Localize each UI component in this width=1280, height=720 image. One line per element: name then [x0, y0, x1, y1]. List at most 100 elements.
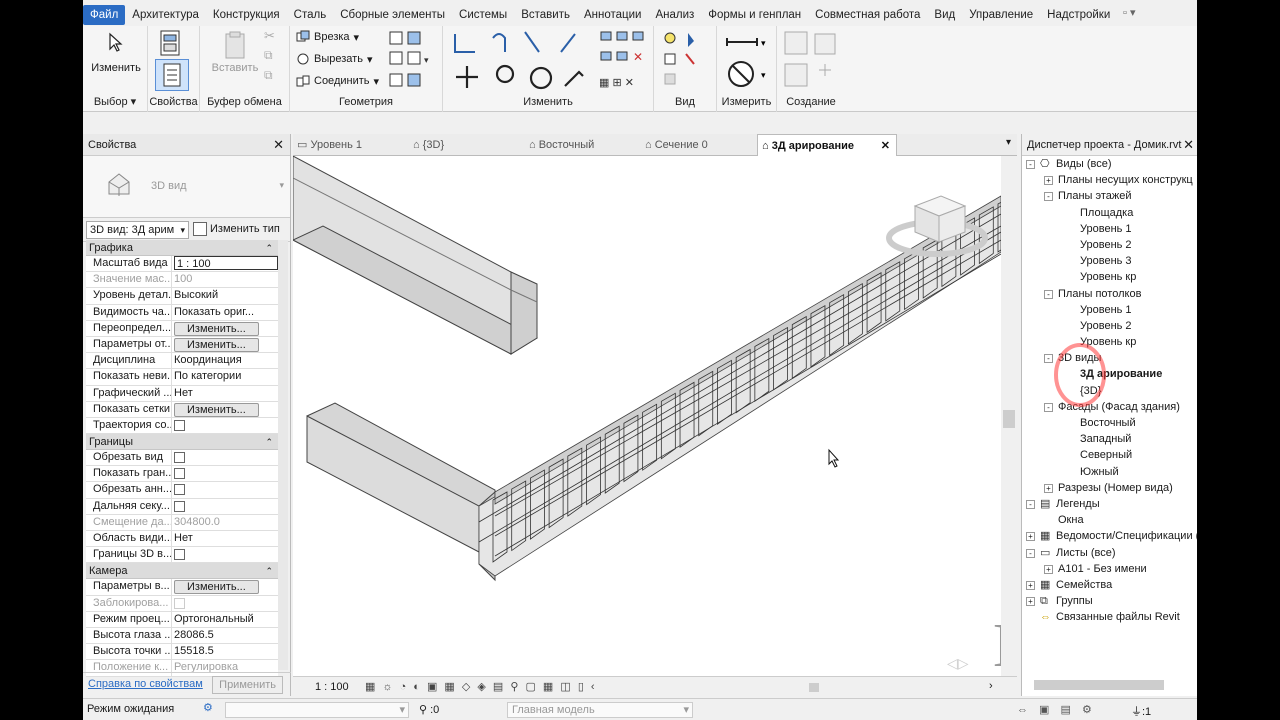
create-tools-icons[interactable] — [783, 30, 841, 92]
collapse-icon[interactable]: ⌃ — [265, 434, 273, 450]
join-button[interactable]: Соединить ▾ — [296, 74, 379, 88]
apply-button[interactable]: Применить — [212, 676, 283, 694]
edit-type-button[interactable]: Изменить тип — [193, 221, 280, 239]
menu-item-0[interactable]: Файл — [83, 5, 126, 25]
property-value-cell[interactable]: 15518.5 — [172, 644, 278, 659]
property-value-cell[interactable] — [172, 499, 278, 514]
expand-icon[interactable]: + — [1026, 580, 1035, 590]
browser-item[interactable]: + ⧉ Группы — [1022, 593, 1197, 609]
section-header[interactable]: Границы ⌃ — [86, 434, 278, 451]
select-group-label[interactable]: Выбор ▾ — [83, 95, 147, 108]
browser-item[interactable]: Окна — [1022, 512, 1197, 528]
view-tools-icons[interactable] — [662, 30, 712, 92]
close-icon[interactable]: ✕ — [881, 135, 890, 157]
property-value[interactable]: 15518.5 — [174, 645, 214, 657]
browser-item[interactable]: + Разрезы (Номер вида) — [1022, 480, 1197, 496]
menu-item-4[interactable]: Сборные элементы — [333, 5, 452, 25]
cut-button[interactable]: Врезка ▾ — [296, 30, 359, 44]
properties-scrollbar[interactable] — [278, 240, 288, 670]
menu-item-11[interactable]: Вид — [927, 5, 962, 25]
scroll-right-icon[interactable]: › — [989, 680, 993, 692]
expand-icon[interactable]: + — [1026, 532, 1035, 542]
property-checkbox[interactable] — [174, 452, 185, 464]
tab-east[interactable]: ⌂ Восточный — [525, 134, 635, 156]
menu-item-7[interactable]: Аннотации — [577, 5, 648, 25]
scale-input[interactable]: 1 : 100 — [174, 256, 278, 270]
modify-tools-icons[interactable]: ✕ ▦ ⊞ ✕ — [449, 28, 649, 92]
menu-item-6[interactable]: Вставить — [514, 5, 577, 25]
menu-item-12[interactable]: Управление — [962, 5, 1040, 25]
collapse-icon[interactable]: - — [1026, 160, 1035, 169]
property-value-cell[interactable] — [172, 466, 278, 481]
close-icon[interactable]: ✕ — [273, 134, 284, 156]
browser-item[interactable]: Уровень кр — [1022, 334, 1197, 350]
browser-h-scroll-thumb[interactable] — [1034, 680, 1164, 690]
close-icon[interactable]: ✕ — [1183, 134, 1194, 156]
menu-item-10[interactable]: Совместная работа — [808, 5, 927, 25]
property-value-cell[interactable]: Изменить... — [172, 337, 278, 352]
status-tool-icons[interactable]: ⇔ ▣ ▤ ⚙ — [1017, 703, 1096, 716]
property-value-cell[interactable] — [172, 547, 278, 562]
browser-item[interactable]: + Планы несущих конструкц — [1022, 172, 1197, 188]
browser-item[interactable]: - ▭ Листы (все) — [1022, 545, 1197, 561]
menu-item-5[interactable]: Системы — [452, 5, 514, 25]
browser-item[interactable]: {3D} — [1022, 383, 1197, 399]
browser-item[interactable]: -3D виды — [1022, 350, 1197, 366]
property-value-cell[interactable]: По категории — [172, 369, 278, 384]
menu-item-1[interactable]: Архитектура — [125, 5, 206, 25]
browser-item[interactable]: Южный — [1022, 464, 1197, 480]
property-value-cell[interactable] — [172, 418, 278, 433]
design-option-field[interactable]: Главная модель ▾ — [507, 702, 693, 718]
cursor-icon[interactable] — [107, 32, 123, 52]
browser-item[interactable]: 3Д арирование — [1022, 366, 1197, 382]
expand-icon[interactable]: + — [1044, 564, 1053, 574]
browser-item[interactable]: Уровень 3 — [1022, 253, 1197, 269]
property-value[interactable]: Нет — [174, 532, 193, 544]
collapse-icon[interactable]: - — [1044, 192, 1053, 202]
property-checkbox[interactable] — [174, 484, 185, 496]
property-value[interactable]: 28086.5 — [174, 629, 214, 641]
property-value[interactable]: Показать ориг... — [174, 306, 254, 318]
browser-item[interactable]: Уровень 2 — [1022, 237, 1197, 253]
properties-help-link[interactable]: Справка по свойствам — [88, 678, 203, 690]
property-value-cell[interactable]: Высокий — [172, 288, 278, 303]
property-checkbox[interactable] — [174, 419, 185, 431]
property-value[interactable]: 304800.0 — [174, 516, 220, 528]
property-checkbox[interactable] — [174, 549, 185, 561]
worksets-icon[interactable]: ⚙ — [203, 701, 213, 714]
menu-item-3[interactable]: Сталь — [287, 5, 334, 25]
cutout-button[interactable]: Вырезать ▾ — [296, 52, 372, 66]
property-value-cell[interactable]: Показать ориг... — [172, 305, 278, 320]
3d-view-canvas[interactable]: ИСИ ◁▷ — [293, 156, 1001, 676]
scroll-thumb[interactable] — [1003, 410, 1015, 428]
expand-icon[interactable]: + — [1044, 176, 1053, 186]
browser-item[interactable]: + ▦ Ведомости/Спецификации ( — [1022, 528, 1197, 544]
menu-item-13[interactable]: Надстройки — [1040, 5, 1117, 25]
instance-filter-dropdown[interactable]: 3D вид: 3Д арим ▾ — [86, 221, 189, 239]
view-control-icons[interactable]: ▦ ☼ ◔ ◐ ▣ ▦ ◇ ◈ ▤ ⚲ ▢ ▦ ◫ ▯ ‹ — [365, 680, 597, 693]
menu-item-2[interactable]: Конструкция — [206, 5, 287, 25]
geometry-tools-icons[interactable]: ▾ — [388, 30, 438, 92]
property-value-cell[interactable] — [172, 482, 278, 497]
edit-button[interactable]: Изменить... — [174, 321, 259, 336]
property-value-cell[interactable] — [172, 596, 278, 611]
property-value[interactable]: По категории — [174, 370, 241, 382]
collapse-icon[interactable]: - — [1026, 548, 1035, 558]
property-value[interactable]: Ортогональный — [174, 613, 254, 625]
property-checkbox[interactable] — [174, 597, 185, 609]
expand-icon[interactable]: + — [1044, 483, 1053, 493]
collapse-icon[interactable]: ⌃ — [265, 563, 273, 579]
browser-item[interactable]: Северный — [1022, 447, 1197, 463]
property-value-cell[interactable]: Изменить... — [172, 402, 278, 417]
property-value-cell[interactable]: Нет — [172, 386, 278, 401]
browser-item[interactable]: Уровень 1 — [1022, 302, 1197, 318]
workset-field[interactable]: ▾ — [225, 702, 409, 718]
expand-icon[interactable]: + — [1026, 597, 1035, 607]
menu-item-9[interactable]: Формы и генплан — [701, 5, 808, 25]
property-value-cell[interactable]: 304800.0 — [172, 515, 278, 530]
browser-item[interactable]: - Планы потолков — [1022, 286, 1197, 302]
collapse-icon[interactable]: ⌃ — [265, 240, 273, 256]
browser-item[interactable]: - Планы этажей — [1022, 188, 1197, 204]
browser-item[interactable]: - Фасады (Фасад здания) — [1022, 399, 1197, 415]
browser-item[interactable]: Площадка — [1022, 205, 1197, 221]
